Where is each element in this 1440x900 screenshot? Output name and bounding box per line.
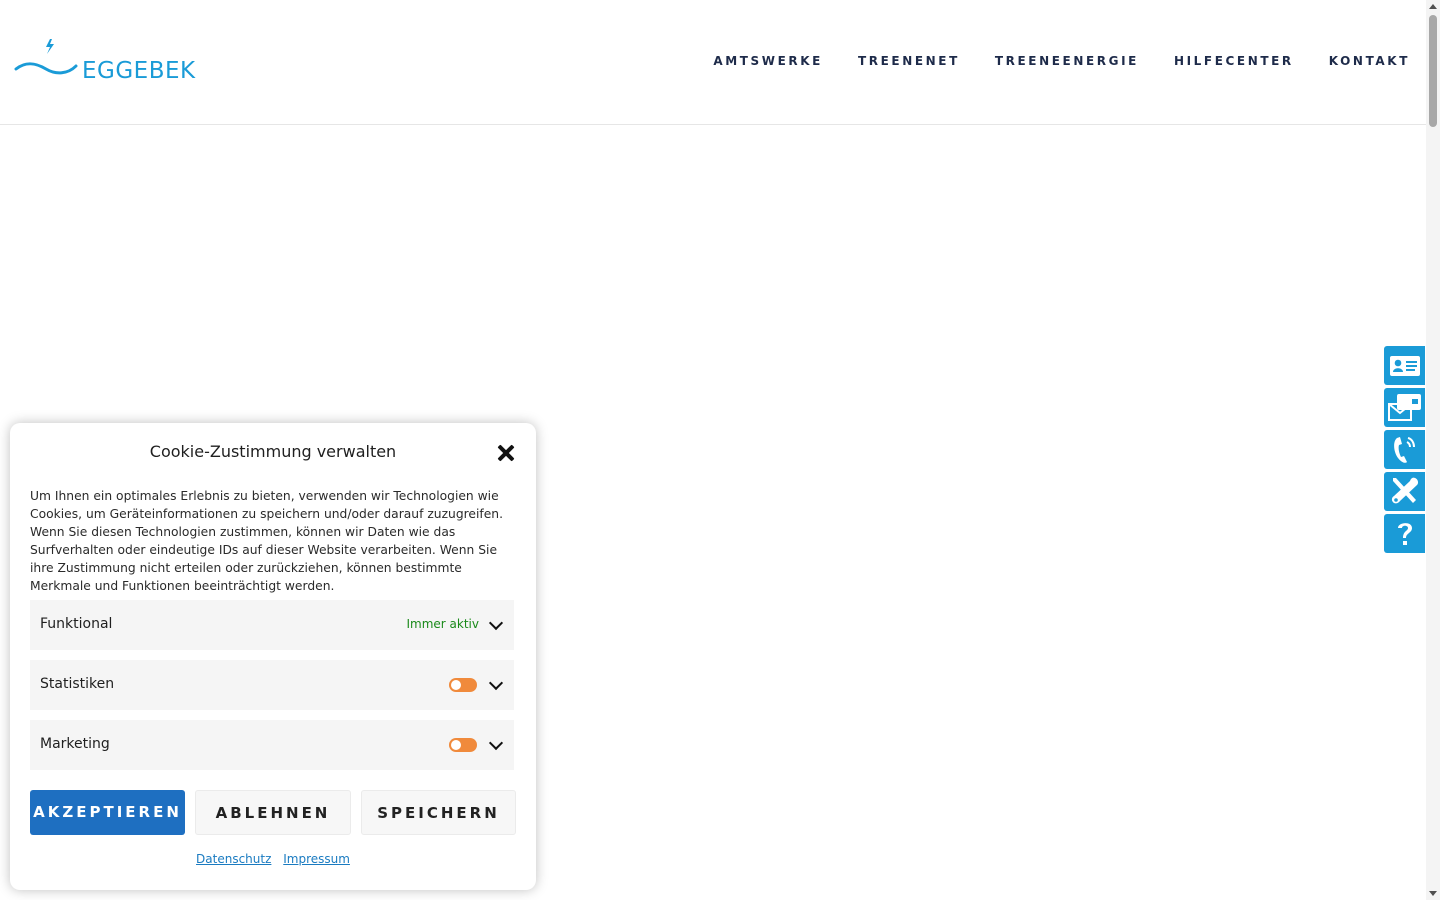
category-label: Statistiken (40, 676, 115, 692)
contact-card-icon (1390, 356, 1420, 376)
privacy-link[interactable]: Datenschutz (196, 852, 271, 866)
category-statistiken[interactable]: Statistiken (30, 660, 514, 710)
phone-icon (1394, 437, 1415, 463)
marketing-toggle[interactable] (449, 738, 477, 752)
side-phone-button[interactable] (1384, 430, 1425, 469)
nav-hilfecenter[interactable]: HILFECENTER (1174, 54, 1294, 68)
save-button[interactable]: SPEICHERN (361, 790, 516, 835)
side-quick-links (1384, 346, 1426, 556)
close-icon[interactable] (496, 443, 516, 463)
logo-text: EGGEBEK (82, 58, 196, 84)
mail-phone-icon (1388, 394, 1421, 421)
scroll-down-arrow-icon[interactable] (1429, 891, 1437, 896)
nav-amtswerke[interactable]: AMTSWERKE (713, 54, 823, 68)
site-header: EGGEBEK AMTSWERKE TREENENET TREENEENERGI… (0, 0, 1426, 125)
nav-treeneenergie[interactable]: TREENEENERGIE (995, 54, 1139, 68)
category-label: Funktional (40, 616, 113, 632)
scroll-up-arrow-icon[interactable] (1429, 4, 1437, 9)
category-label: Marketing (40, 736, 110, 752)
side-service-button[interactable] (1384, 472, 1425, 511)
chevron-down-icon[interactable] (488, 616, 504, 632)
help-icon (1398, 523, 1412, 545)
category-marketing[interactable]: Marketing (30, 720, 514, 770)
chevron-down-icon[interactable] (488, 676, 504, 692)
scroll-thumb[interactable] (1429, 15, 1437, 127)
imprint-link[interactable]: Impressum (283, 852, 350, 866)
main-nav: AMTSWERKE TREENENET TREENEENERGIE HILFEC… (713, 54, 1410, 68)
scrollbar[interactable] (1426, 0, 1440, 900)
page: EGGEBEK AMTSWERKE TREENENET TREENEENERGI… (0, 0, 1440, 900)
chevron-down-icon[interactable] (488, 736, 504, 752)
side-help-button[interactable] (1384, 514, 1425, 553)
cookie-consent-dialog: Cookie-Zustimmung verwalten Um Ihnen ein… (10, 423, 536, 890)
nav-kontakt[interactable]: KONTAKT (1329, 54, 1410, 68)
tools-icon (1391, 477, 1419, 504)
category-funktional[interactable]: Funktional Immer aktiv (30, 600, 514, 650)
statistiken-toggle[interactable] (449, 678, 477, 692)
cookie-message: Um Ihnen ein optimales Erlebnis zu biete… (30, 489, 503, 593)
cookie-title: Cookie-Zustimmung verwalten (149, 442, 397, 461)
side-mail-button[interactable] (1384, 388, 1425, 427)
accept-button[interactable]: AKZEPTIEREN (30, 790, 185, 835)
always-active-label: Immer aktiv (406, 617, 480, 631)
side-contact-button[interactable] (1384, 346, 1425, 385)
nav-treenenet[interactable]: TREENENET (858, 54, 960, 68)
cookie-links: Datenschutz Impressum (10, 852, 536, 866)
deny-button[interactable]: ABLEHNEN (195, 790, 351, 835)
